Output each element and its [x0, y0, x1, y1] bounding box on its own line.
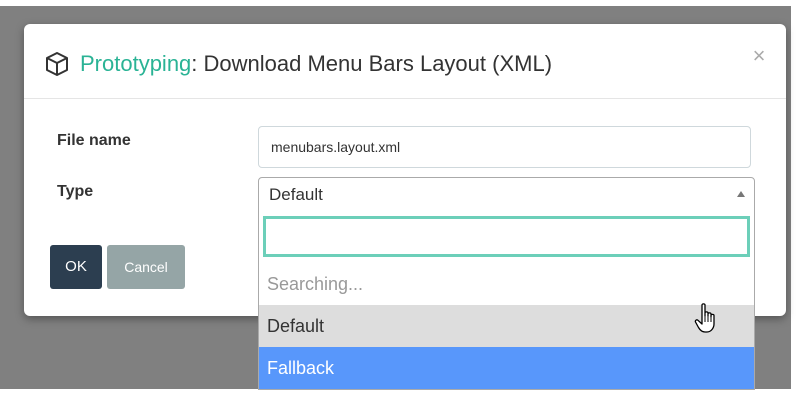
- dialog-title-text: : Download Menu Bars Layout (XML): [191, 51, 553, 76]
- dialog-title-accent: Prototyping: [80, 51, 192, 76]
- dropdown-option-fallback[interactable]: Fallback: [259, 347, 754, 389]
- page-edge-right: [791, 0, 797, 394]
- type-label: Type: [57, 183, 94, 200]
- type-select[interactable]: Default: [258, 177, 755, 211]
- type-select-value: Default: [269, 185, 323, 204]
- dropdown-option-default[interactable]: Default: [259, 305, 754, 347]
- chevron-up-icon: [737, 191, 745, 197]
- dialog-header: Prototyping: Download Menu Bars Layout (…: [24, 24, 786, 99]
- file-name-input[interactable]: menubars.layout.xml: [258, 126, 751, 168]
- cancel-button[interactable]: Cancel: [107, 245, 185, 289]
- dropdown-status: Searching...: [267, 274, 364, 294]
- page-edge-top: [0, 0, 797, 6]
- dialog-title: Prototyping: Download Menu Bars Layout (…: [80, 50, 552, 78]
- close-icon[interactable]: ×: [749, 44, 769, 68]
- cube-icon: [46, 52, 68, 76]
- type-dropdown: Searching... Default Fallback: [258, 210, 755, 390]
- ok-button[interactable]: OK: [50, 245, 102, 289]
- file-name-label: File name: [57, 132, 131, 149]
- hand-pointer-icon: [694, 303, 715, 333]
- dropdown-search-input[interactable]: [263, 216, 750, 257]
